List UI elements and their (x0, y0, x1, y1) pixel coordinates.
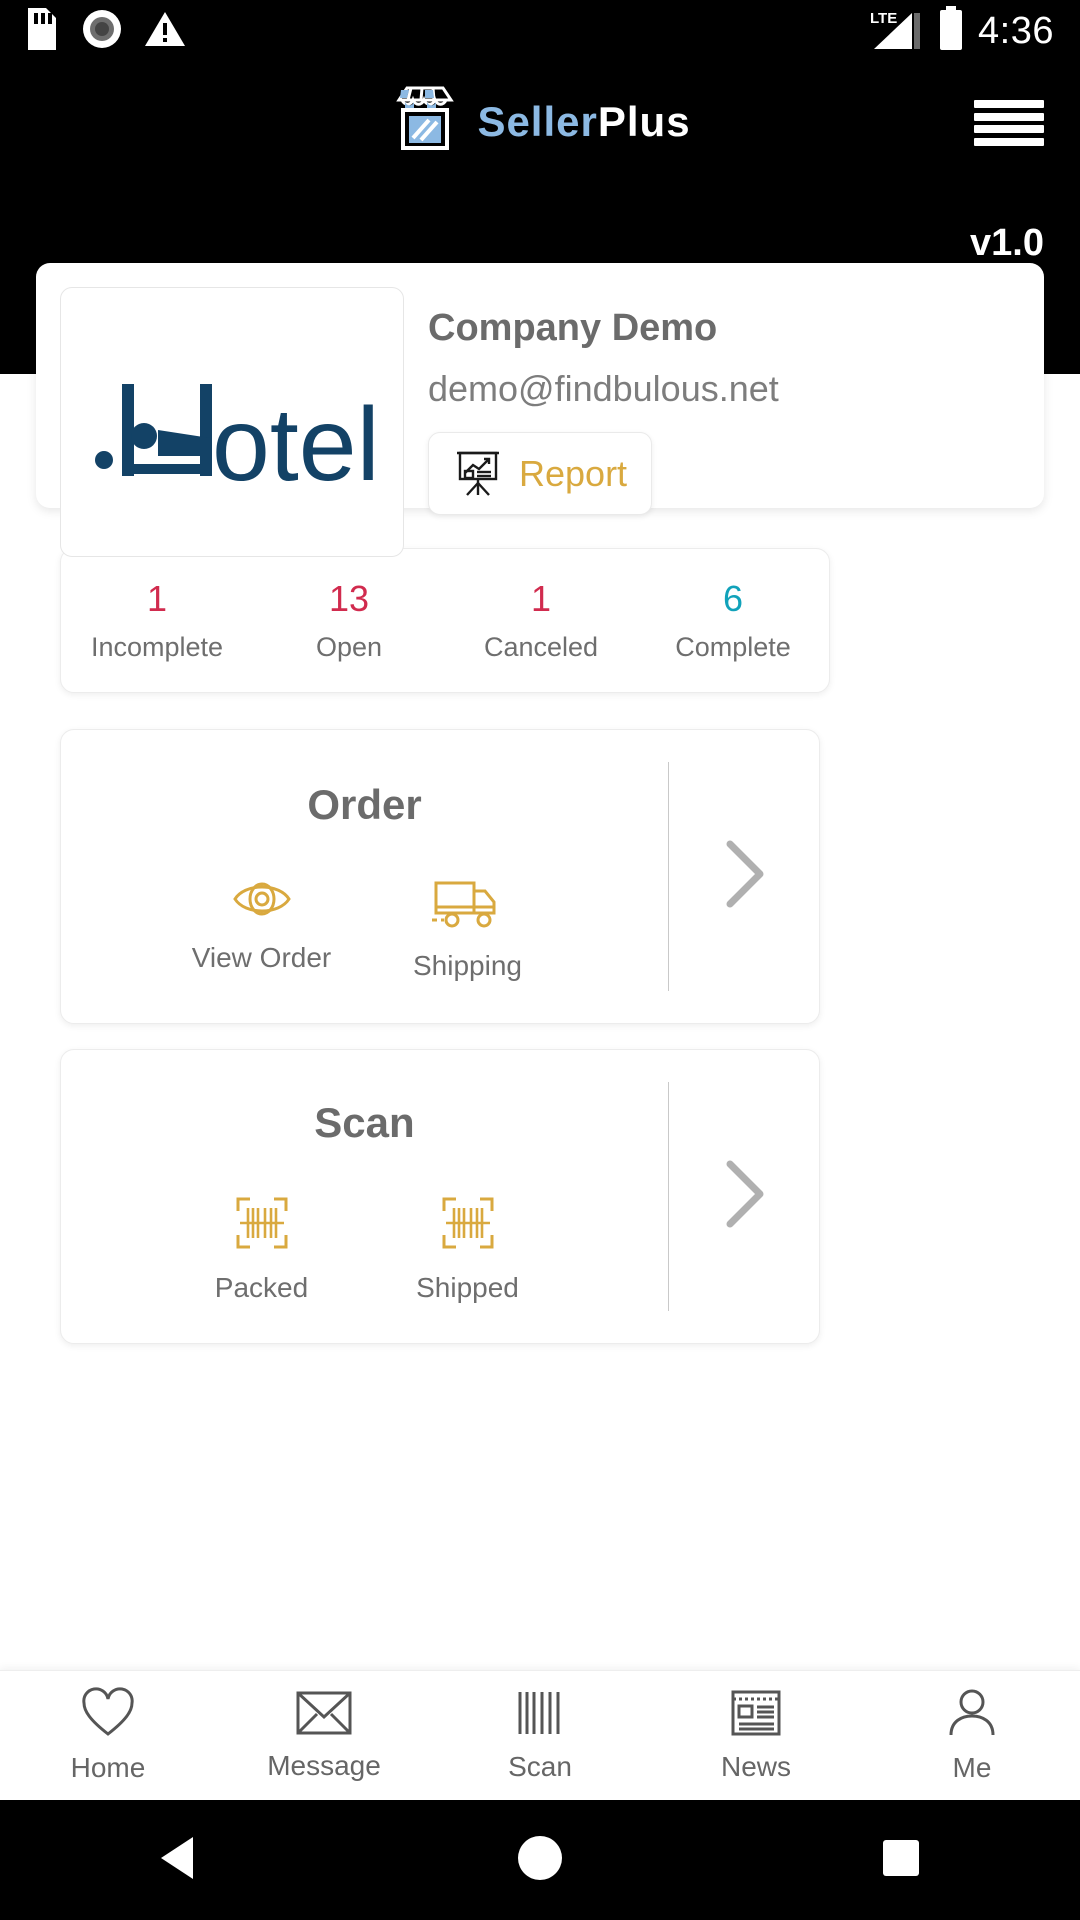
stat-value: 1 (146, 578, 168, 619)
profile-card: otel Company Demo demo@findbulous.net Re… (36, 263, 1044, 557)
report-button[interactable]: Report (428, 432, 653, 515)
view-order-label: View Order (191, 942, 332, 973)
sd-card-icon (26, 7, 60, 55)
back-triangle-icon[interactable] (155, 1833, 203, 1888)
nav-item-scan[interactable]: Scan (432, 1688, 648, 1783)
shipping-label: Shipping (413, 950, 522, 981)
order-card[interactable]: Order View Order Shipping (60, 729, 820, 1024)
nav-label-scan: Scan (508, 1751, 572, 1782)
lte-signal-icon: LTE (868, 7, 924, 56)
stat-value: 1 (530, 578, 552, 619)
svg-text:LTE: LTE (870, 10, 897, 27)
envelope-icon (295, 1689, 353, 1742)
status-bar-left-icons (26, 7, 186, 55)
nav-item-news[interactable]: News (648, 1688, 864, 1783)
stat-open[interactable]: 13 Open (253, 578, 445, 663)
order-card-title: Order (307, 781, 422, 828)
warning-icon (144, 10, 186, 53)
report-button-label: Report (519, 452, 628, 494)
recents-square-icon[interactable] (877, 1834, 925, 1887)
svg-text:otel: otel (212, 387, 380, 503)
stat-label: Canceled (483, 632, 599, 662)
brand-title-plus: Plus (597, 97, 691, 145)
app-version-label: v1.0 (970, 222, 1044, 264)
barcode-scan-icon (234, 1195, 290, 1256)
record-icon (82, 9, 122, 54)
shipped-label: Shipped (416, 1272, 519, 1303)
status-bar: LTE 4:36 (0, 0, 1080, 62)
eye-icon (231, 877, 293, 926)
packed-action[interactable]: Packed (187, 1195, 337, 1304)
nav-label-news: News (720, 1751, 791, 1782)
chevron-right-icon (716, 1154, 772, 1239)
nav-label-message: Message (267, 1750, 381, 1781)
scan-card-arrow[interactable] (669, 1050, 819, 1343)
order-card-items: View Order Shipping (187, 877, 543, 982)
status-bar-right-icons: LTE 4:36 (868, 5, 1054, 57)
truck-icon (431, 877, 504, 934)
scan-card[interactable]: Scan Packed Shipped (60, 1049, 820, 1344)
chevron-right-icon (716, 834, 772, 919)
shipped-action[interactable]: Shipped (393, 1195, 543, 1304)
battery-icon (938, 5, 964, 57)
stat-label: Incomplete (90, 632, 224, 662)
clock-label: 4:36 (978, 9, 1054, 52)
news-list-icon (729, 1688, 783, 1743)
nav-item-me[interactable]: Me (864, 1687, 1080, 1784)
presentation-chart-icon (453, 445, 503, 502)
barcode-icon (514, 1688, 566, 1743)
order-stats-card: 1 Incomplete 13 Open 1 Canceled 6 Comple… (60, 548, 830, 693)
nav-label-me: Me (952, 1752, 992, 1783)
system-navigation-bar (0, 1800, 1080, 1920)
view-order-action[interactable]: View Order (187, 877, 337, 982)
hamburger-menu-icon[interactable] (974, 94, 1044, 152)
stat-value: 13 (328, 578, 370, 619)
profile-info: Company Demo demo@findbulous.net Report (428, 287, 779, 515)
barcode-scan-icon (440, 1195, 496, 1256)
company-email: demo@findbulous.net (428, 368, 779, 409)
scan-card-items: Packed Shipped (187, 1195, 543, 1304)
brand-title-seller: Seller (477, 97, 598, 145)
stat-complete[interactable]: 6 Complete (637, 578, 829, 663)
shipping-action[interactable]: Shipping (393, 877, 543, 982)
stat-label: Complete (675, 632, 791, 662)
order-card-arrow[interactable] (669, 730, 819, 1023)
stat-incomplete[interactable]: 1 Incomplete (61, 578, 253, 663)
storefront-logo-icon (389, 84, 461, 159)
brand-title: SellerPlus (477, 98, 690, 146)
order-card-main: Order View Order Shipping (61, 730, 668, 1023)
stat-label: Open (315, 632, 383, 662)
nav-item-home[interactable]: Home (0, 1687, 216, 1784)
company-logo: otel (60, 287, 404, 557)
home-circle-icon[interactable] (514, 1832, 566, 1889)
nav-item-message[interactable]: Message (216, 1689, 432, 1782)
bottom-navigation: Home Message Scan News Me (0, 1670, 1080, 1800)
heart-icon (80, 1687, 136, 1744)
nav-label-home: Home (70, 1752, 146, 1783)
company-name: Company Demo (428, 307, 718, 349)
scan-card-main: Scan Packed Shipped (61, 1050, 668, 1343)
packed-label: Packed (214, 1272, 309, 1303)
person-icon (945, 1687, 999, 1744)
app-brand: SellerPlus (0, 84, 1080, 159)
scan-card-title: Scan (314, 1099, 415, 1146)
stat-value: 6 (722, 578, 744, 619)
stat-canceled[interactable]: 1 Canceled (445, 578, 637, 663)
